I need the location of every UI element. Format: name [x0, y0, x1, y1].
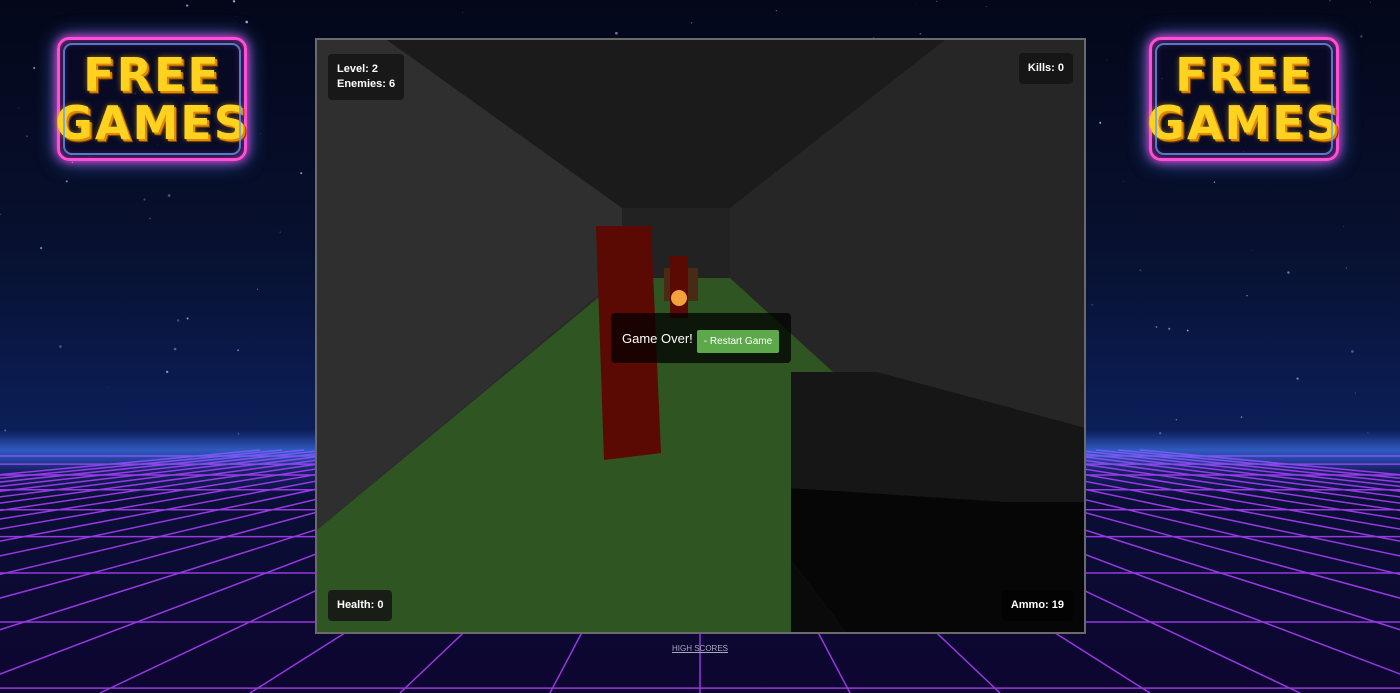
game-canvas[interactable]: Level: 2 Enemies: 6 Kills: 0 Health: 0 A…: [315, 38, 1086, 634]
restart-game-button[interactable]: - Restart Game: [696, 330, 780, 353]
star: [1139, 269, 1142, 272]
grid-line: [0, 449, 327, 488]
logo-text-line2: GAMES: [1147, 96, 1341, 150]
star: [256, 288, 259, 290]
star: [143, 198, 146, 201]
star: [985, 5, 987, 7]
star: [173, 347, 177, 351]
star: [0, 213, 1, 216]
high-scores-link[interactable]: HIGH SCORES: [0, 644, 1400, 653]
star: [166, 370, 169, 374]
star: [919, 32, 922, 35]
star: [1345, 267, 1347, 269]
star: [1360, 35, 1363, 38]
game-over-message: Game Over!: [622, 330, 693, 346]
star: [235, 16, 237, 17]
star: [1287, 271, 1290, 274]
health-panel: Health: 0: [328, 590, 393, 621]
grid-line: [0, 449, 349, 493]
star: [279, 231, 281, 233]
star: [107, 387, 109, 389]
star: [1342, 226, 1344, 227]
star: [149, 217, 151, 220]
star: [1367, 432, 1369, 434]
level-label: Level: 2: [337, 63, 378, 75]
star: [1296, 377, 1299, 380]
star: [1168, 327, 1171, 330]
star: [1091, 304, 1093, 306]
star: [186, 4, 189, 7]
star: [1251, 249, 1253, 251]
star: [260, 133, 262, 135]
star: [65, 180, 68, 183]
star: [176, 319, 180, 322]
health-label: Health: 0: [337, 599, 384, 611]
star: [1246, 295, 1248, 297]
star: [1155, 326, 1158, 328]
star: [615, 31, 618, 35]
star: [775, 9, 778, 12]
star: [1159, 432, 1162, 435]
star: [1329, 0, 1331, 2]
kills-panel: Kills: 0: [1018, 53, 1073, 84]
star: [237, 349, 240, 352]
star: [690, 22, 693, 24]
game-over-dialog: Game Over! - Restart Game: [611, 313, 791, 363]
star: [186, 317, 189, 320]
star: [1354, 392, 1356, 394]
star: [1370, 1, 1372, 3]
star: [167, 194, 171, 197]
grid-line: [0, 449, 261, 476]
ammo-label: Ammo: 19: [1010, 599, 1064, 611]
grid-line: [1117, 449, 1400, 479]
star: [26, 135, 28, 138]
star: [40, 247, 43, 250]
star: [232, 0, 236, 3]
star: [462, 11, 464, 13]
enemy-far: [670, 256, 688, 318]
star: [237, 432, 240, 435]
star: [915, 3, 917, 4]
star: [1099, 121, 1102, 124]
star: [18, 107, 20, 109]
enemies-label: Enemies: 6: [337, 78, 396, 90]
grid-line: [1095, 449, 1400, 483]
star: [936, 0, 938, 2]
grid-line: [0, 449, 283, 479]
level-enemies-panel: Level: 2 Enemies: 6: [328, 54, 405, 100]
star: [1106, 59, 1108, 61]
star: [33, 66, 36, 70]
logo-text-line1: FREE: [1175, 48, 1313, 102]
grid-line: [0, 449, 305, 483]
grid-line: [1139, 449, 1400, 476]
logo-text-line1: FREE: [83, 48, 221, 102]
grid-line: [1073, 449, 1400, 488]
star: [1240, 416, 1243, 418]
projectile: [671, 290, 687, 306]
free-games-logo-right[interactable]: FREE GAMES: [1147, 37, 1341, 161]
star: [300, 172, 303, 175]
logo-text-line2: GAMES: [55, 96, 249, 150]
free-games-logo-left[interactable]: FREE GAMES: [55, 37, 249, 161]
kills-label: Kills: 0: [1027, 62, 1064, 74]
star: [1351, 350, 1354, 353]
ammo-panel: Ammo: 19: [1001, 590, 1073, 621]
star: [1186, 329, 1189, 332]
star: [245, 20, 249, 24]
grid-line: [1051, 449, 1400, 493]
star: [1175, 418, 1178, 421]
star: [1213, 181, 1216, 183]
star: [4, 429, 7, 432]
star: [59, 345, 62, 348]
star: [1123, 180, 1125, 182]
star: [71, 161, 74, 164]
